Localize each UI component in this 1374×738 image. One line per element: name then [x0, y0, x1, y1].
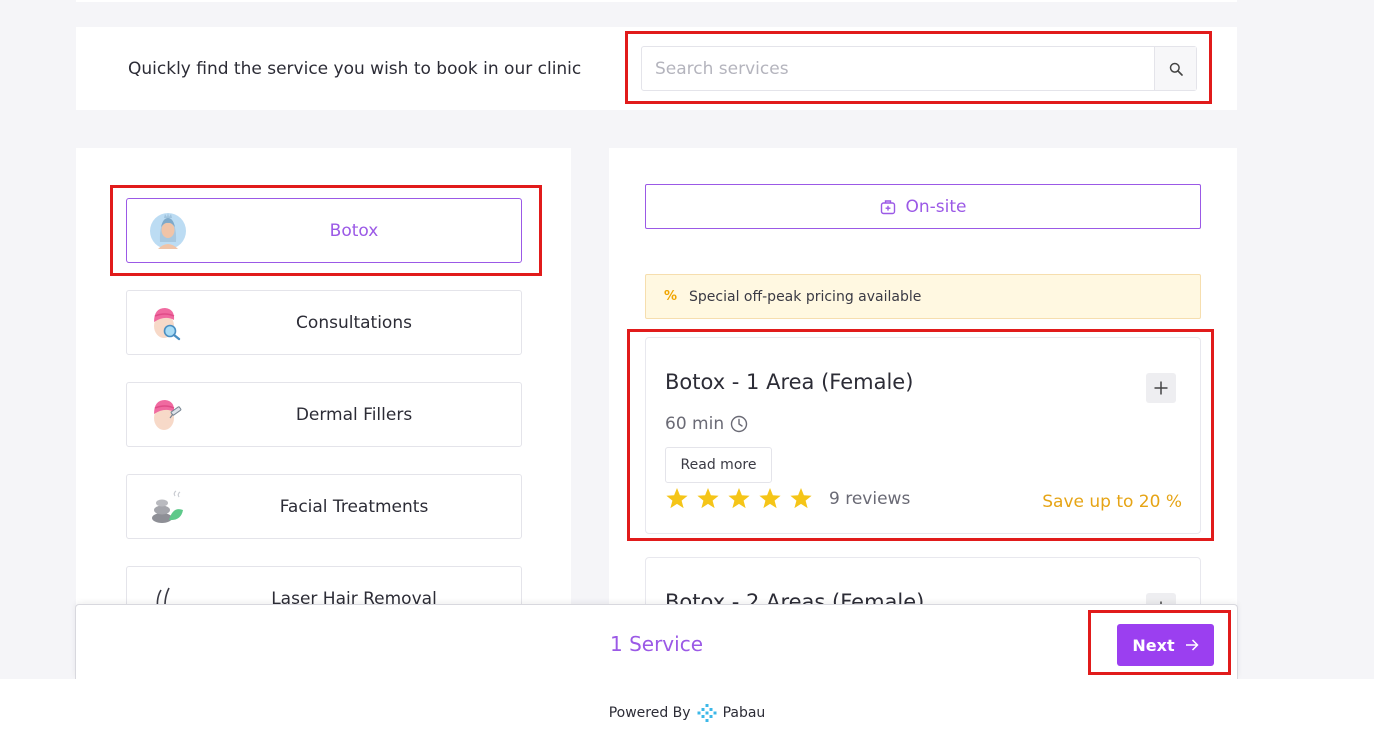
- service-card: Botox - 1 Area (Female) 60 min Read more…: [645, 337, 1201, 534]
- powered-by-text: Powered By: [608, 705, 691, 721]
- category-botox[interactable]: Botox: [126, 198, 522, 263]
- duration-text: 60 min: [665, 414, 725, 434]
- category-facial-treatments[interactable]: Facial Treatments: [126, 474, 522, 539]
- next-label: Next: [1132, 635, 1175, 655]
- medical-bag-icon: [880, 199, 895, 214]
- arrow-right-icon: [1185, 639, 1199, 651]
- category-label: Botox: [329, 220, 379, 241]
- plus-icon: [1154, 381, 1168, 395]
- star-icon: [728, 488, 750, 509]
- category-label: Dermal Fillers: [295, 404, 413, 425]
- category-panel: Botox Consultations Dermal Fillers Facia…: [76, 148, 571, 679]
- add-service-button[interactable]: [1146, 373, 1176, 403]
- save-label: Save up to 20 %: [1042, 492, 1182, 512]
- location-label: On-site: [905, 196, 967, 217]
- booking-summary-bar: 1 Service Next: [75, 604, 1238, 679]
- promo-text: Special off-peak pricing available: [689, 288, 922, 305]
- search-button[interactable]: [1154, 47, 1196, 90]
- service-duration: 60 min: [665, 414, 748, 434]
- powered-by: Powered By Pabau: [0, 703, 1374, 723]
- clock-icon: [730, 415, 748, 433]
- category-label: Facial Treatments: [279, 496, 429, 517]
- pabau-brand[interactable]: Pabau: [723, 705, 766, 721]
- category-consultations[interactable]: Consultations: [126, 290, 522, 355]
- footer: Powered By Pabau: [0, 679, 1374, 738]
- pabau-logo-icon: [697, 704, 717, 722]
- top-card-edge: [76, 0, 1237, 2]
- botox-avatar-icon: [150, 213, 186, 249]
- category-dermal-fillers[interactable]: Dermal Fillers: [126, 382, 522, 447]
- search-card: Quickly find the service you wish to boo…: [76, 27, 1237, 110]
- star-icon: [759, 488, 781, 509]
- selected-service-count: 1 Service: [610, 632, 703, 656]
- category-label: Consultations: [296, 312, 412, 333]
- search-prompt: Quickly find the service you wish to boo…: [128, 59, 582, 79]
- promo-banner: % Special off-peak pricing available: [645, 274, 1201, 319]
- location-onsite-button[interactable]: On-site: [645, 184, 1201, 229]
- star-icon: [697, 488, 719, 509]
- rating-row: 9 reviews: [665, 487, 910, 510]
- reviews-link[interactable]: 9 reviews: [829, 489, 910, 509]
- spa-stones-icon: [152, 490, 183, 523]
- syringe-face-icon: [154, 400, 182, 430]
- next-button[interactable]: Next: [1117, 624, 1214, 666]
- service-panel: On-site % Special off-peak pricing avail…: [609, 148, 1237, 679]
- search-box: [641, 46, 1197, 91]
- consultation-face-icon: [154, 308, 181, 341]
- search-icon: [1169, 62, 1183, 76]
- star-icon: [666, 488, 688, 509]
- read-more-button[interactable]: Read more: [665, 447, 772, 483]
- search-input[interactable]: [642, 47, 1155, 90]
- star-icon: [790, 488, 812, 509]
- percent-icon: %: [664, 289, 678, 304]
- service-title: Botox - 1 Area (Female): [665, 370, 914, 394]
